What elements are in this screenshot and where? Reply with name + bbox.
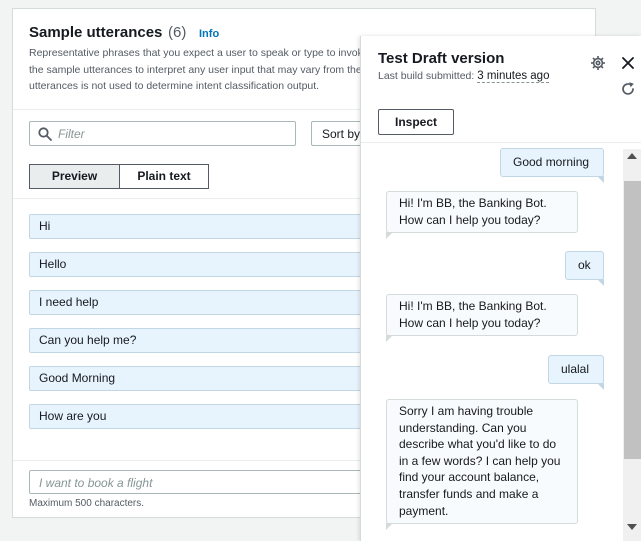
max-characters-hint: Maximum 500 characters. [29,498,145,509]
user-message: Good morning [500,148,604,183]
app-root: Sample utterances (6) Info Representativ… [0,0,641,541]
utterance-item[interactable]: Hi [29,214,379,239]
utterance-item[interactable]: I need help [29,290,379,315]
search-icon [38,127,52,141]
utterance-item[interactable]: Can you help me? [29,328,379,353]
utterances-count: (6) [168,24,187,41]
filter-input[interactable] [58,125,288,143]
refresh-icon[interactable] [620,81,636,97]
scroll-up-arrow[interactable] [627,153,637,159]
utterance-item[interactable]: How are you [29,404,379,429]
filter-field[interactable] [29,121,296,146]
utterance-item[interactable]: Hello [29,252,379,277]
build-status: Last build submitted: 3 minutes ago [378,70,550,83]
user-message: ulalal [548,355,604,390]
user-message: ok [565,251,604,286]
scroll-down-arrow[interactable] [627,524,637,530]
utterances-title: Sample utterances [29,24,163,41]
new-utterance-input[interactable] [39,474,369,491]
bot-message: Sorry I am having trouble understanding.… [386,399,578,531]
build-label: Last build submitted: [378,70,475,82]
gear-icon[interactable] [590,55,606,71]
bot-message: Hi! I'm BB, the Banking Bot. How can I h… [386,294,578,343]
close-icon[interactable] [620,55,636,71]
divider [361,142,641,143]
info-link[interactable]: Info [199,28,219,40]
test-panel-title: Test Draft version [378,50,505,67]
chat-scrollbar[interactable] [623,149,641,541]
build-time[interactable]: 3 minutes ago [477,70,550,83]
inspect-button[interactable]: Inspect [378,109,454,135]
utterance-item[interactable]: Good Morning [29,366,379,391]
scroll-thumb[interactable] [624,181,641,459]
chat-transcript: Good morning Hi! I'm BB, the Banking Bot… [361,144,621,541]
tab-preview[interactable]: Preview [29,164,120,189]
test-bot-panel: Test Draft version Last build submitted:… [360,36,641,541]
new-utterance-field[interactable] [29,470,379,494]
tab-plain-text[interactable]: Plain text [119,164,209,189]
utterances-list: Hi Hello I need help Can you help me? Go… [29,214,379,442]
utterances-description: Representative phrases that you expect a… [29,47,369,92]
bot-message: Hi! I'm BB, the Banking Bot. How can I h… [386,191,578,240]
